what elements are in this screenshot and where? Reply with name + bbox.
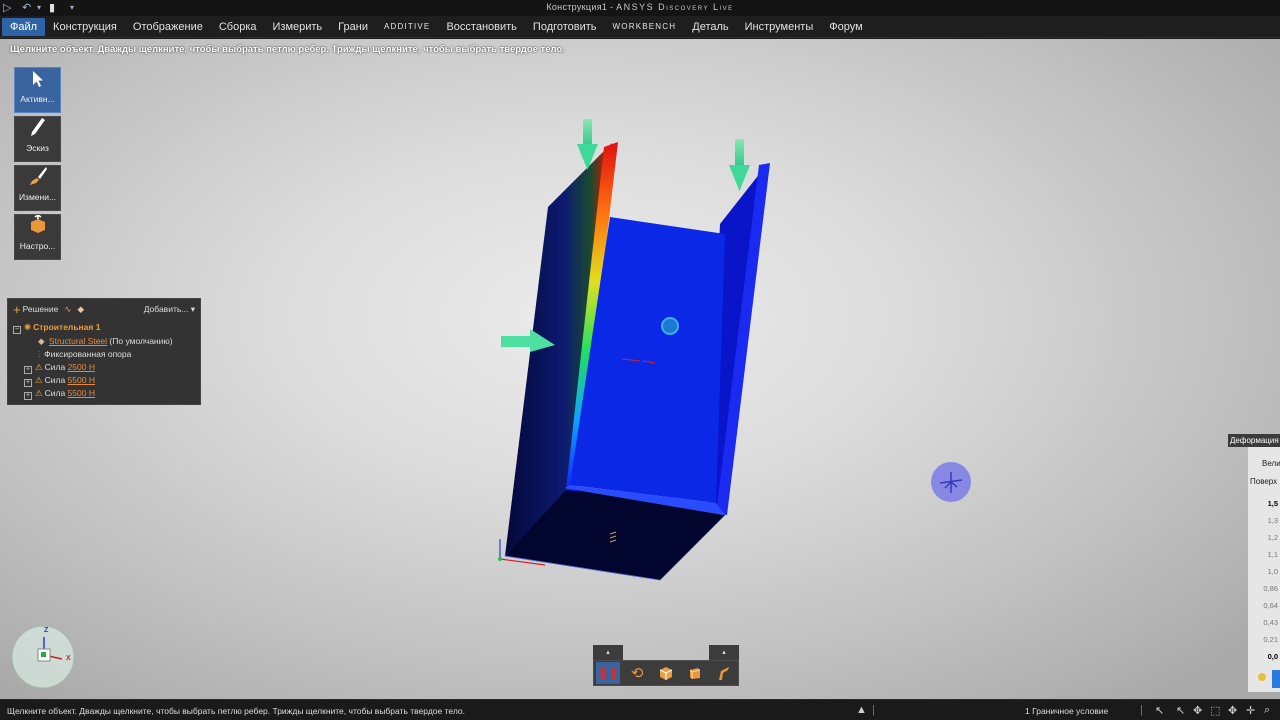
box-icon	[689, 668, 700, 679]
legend-handle-icon[interactable]	[1258, 673, 1266, 681]
probe-icon	[718, 667, 729, 680]
divider: |	[872, 704, 875, 716]
box-select-icon[interactable]: ⬚	[1210, 704, 1220, 717]
legend-tick: 0,0	[1267, 652, 1278, 661]
cube-icon	[659, 667, 673, 680]
select-mode-icon[interactable]: ↖	[1155, 704, 1164, 717]
legend-tick: 1,5	[1267, 499, 1278, 508]
axis-x-label: X	[66, 655, 71, 662]
legend-slider[interactable]	[1272, 670, 1280, 688]
menu-item-6[interactable]: Additive	[376, 18, 439, 36]
menu-item-8[interactable]: Подготовить	[525, 18, 605, 36]
divider: |	[1140, 704, 1143, 716]
axis-z-label: Z	[44, 627, 49, 634]
menu-bar: Файл Конструкция Отображение Сборка Измерить…	[0, 16, 1280, 38]
menu-item-11[interactable]: Инструменты	[737, 18, 822, 36]
legend-tick: 0,86	[1263, 584, 1278, 593]
window-title: Конструкция1 - ANSYS Discovery Live	[546, 2, 734, 12]
view-box-button[interactable]	[683, 662, 707, 684]
reset-icon: ⟲	[630, 665, 644, 682]
status-message: Щелкните объект. Дважды щелкните, чтобы …	[7, 706, 465, 716]
pan-icon[interactable]: ✥	[1228, 704, 1237, 717]
warning-icon[interactable]: ▲	[856, 704, 867, 716]
view-triad	[11, 625, 75, 689]
boundary-condition-count: 1 Граничное условие	[1025, 706, 1109, 716]
toolbar-tab-left[interactable]: ▴	[593, 645, 623, 660]
legend-tick: 1,2	[1267, 533, 1278, 542]
legend-tick: 0,21	[1263, 635, 1278, 644]
menu-item-2[interactable]: Отображение	[125, 18, 211, 36]
move-icon[interactable]: ✥	[1193, 704, 1202, 717]
toolbar-tab-right[interactable]: ▴	[709, 645, 739, 660]
probe-marker	[661, 317, 679, 335]
pause-button[interactable]: ❚❚	[596, 662, 621, 684]
legend-tick: 1,0	[1267, 567, 1278, 576]
pan-alt-icon[interactable]: ✛	[1246, 704, 1255, 717]
deformation-legend[interactable]: Деформация Вели Поверх 1,5 1,3 1,2 1,1 1,0 0,…	[1228, 434, 1280, 692]
view-solid-button[interactable]	[654, 662, 678, 684]
force-arrow-2	[729, 139, 750, 191]
menu-item-5[interactable]: Грани	[330, 18, 376, 36]
menu-item-4[interactable]: Измерить	[265, 18, 331, 36]
menu-item-9[interactable]: Workbench	[605, 18, 685, 36]
menu-item-3[interactable]: Сборка	[211, 18, 265, 36]
menu-item-10[interactable]: Деталь	[684, 18, 736, 36]
3d-viewport[interactable]: Щелкните объект. Дважды щелкните, чтобы …	[0, 39, 1280, 699]
legend-tick: 1,3	[1267, 516, 1278, 525]
menu-item-0[interactable]: Файл	[2, 17, 46, 36]
cursor-icon[interactable]: ↖	[1176, 704, 1185, 717]
channel-model[interactable]	[0, 39, 1280, 699]
legend-tick: 0,64	[1263, 601, 1278, 610]
simulation-toolbar: ❚❚ ⟲	[593, 660, 739, 686]
legend-title: Деформация	[1228, 434, 1280, 447]
menu-item-1[interactable]: Конструкция	[45, 18, 125, 36]
legend-tick: 0,43	[1263, 618, 1278, 627]
title-bar: ▷ ↶ ▾ ▮ ▾ Конструкция1 - ANSYS Discovery…	[0, 0, 1280, 16]
menu-item-12[interactable]: Форум	[821, 18, 870, 36]
legend-tick: 1,1	[1267, 550, 1278, 559]
reset-button[interactable]: ⟲	[625, 662, 649, 684]
pause-icon: ❚❚	[597, 665, 620, 680]
status-bar: Щелкните объект. Дважды щелкните, чтобы …	[0, 699, 1280, 720]
zoom-icon[interactable]: ⌕	[1264, 704, 1270, 717]
menu-item-7[interactable]: Восстановить	[438, 18, 524, 36]
probe-button[interactable]	[712, 662, 736, 684]
